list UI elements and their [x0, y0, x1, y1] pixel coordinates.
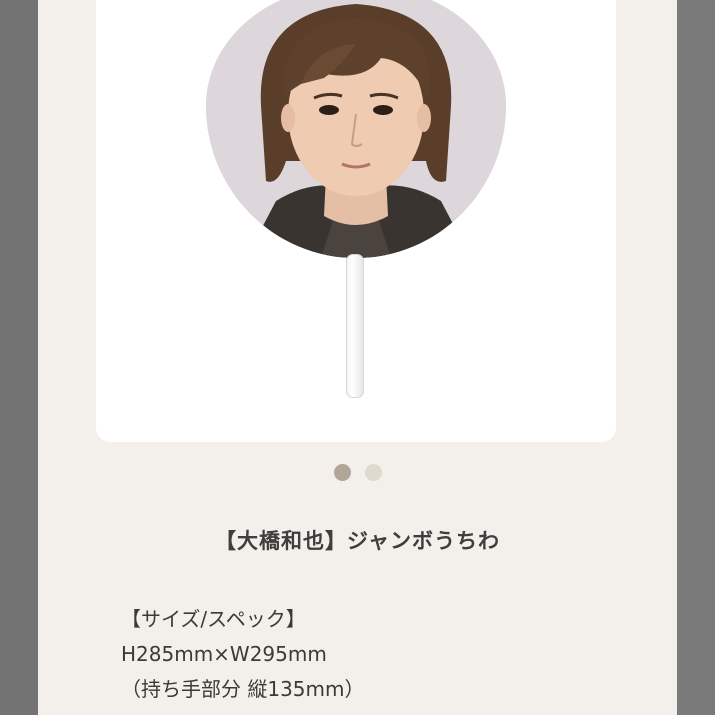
fan-handle	[346, 254, 364, 398]
carousel-dot[interactable]	[364, 464, 382, 481]
portrait-photo	[206, 0, 506, 258]
carousel-dot-active[interactable]	[333, 464, 351, 481]
product-title: 【大橋和也】ジャンボうちわ	[215, 529, 500, 553]
left-backdrop	[0, 0, 38, 715]
spec-size: H285mm×W295mm	[121, 642, 327, 666]
spec-handle: （持ち手部分 縦135mm）	[121, 677, 365, 701]
product-image-card[interactable]	[96, 0, 616, 442]
carousel-indicator	[38, 464, 677, 481]
fan-photo	[206, 0, 506, 258]
spec-heading: 【サイズ/スペック】	[121, 607, 306, 631]
product-spec: 【サイズ/スペック】 H285mm×W295mm （持ち手部分 縦135mm）	[121, 602, 365, 707]
right-backdrop	[677, 0, 715, 715]
product-panel: 【大橋和也】ジャンボうちわ 【サイズ/スペック】 H285mm×W295mm （…	[38, 0, 677, 715]
